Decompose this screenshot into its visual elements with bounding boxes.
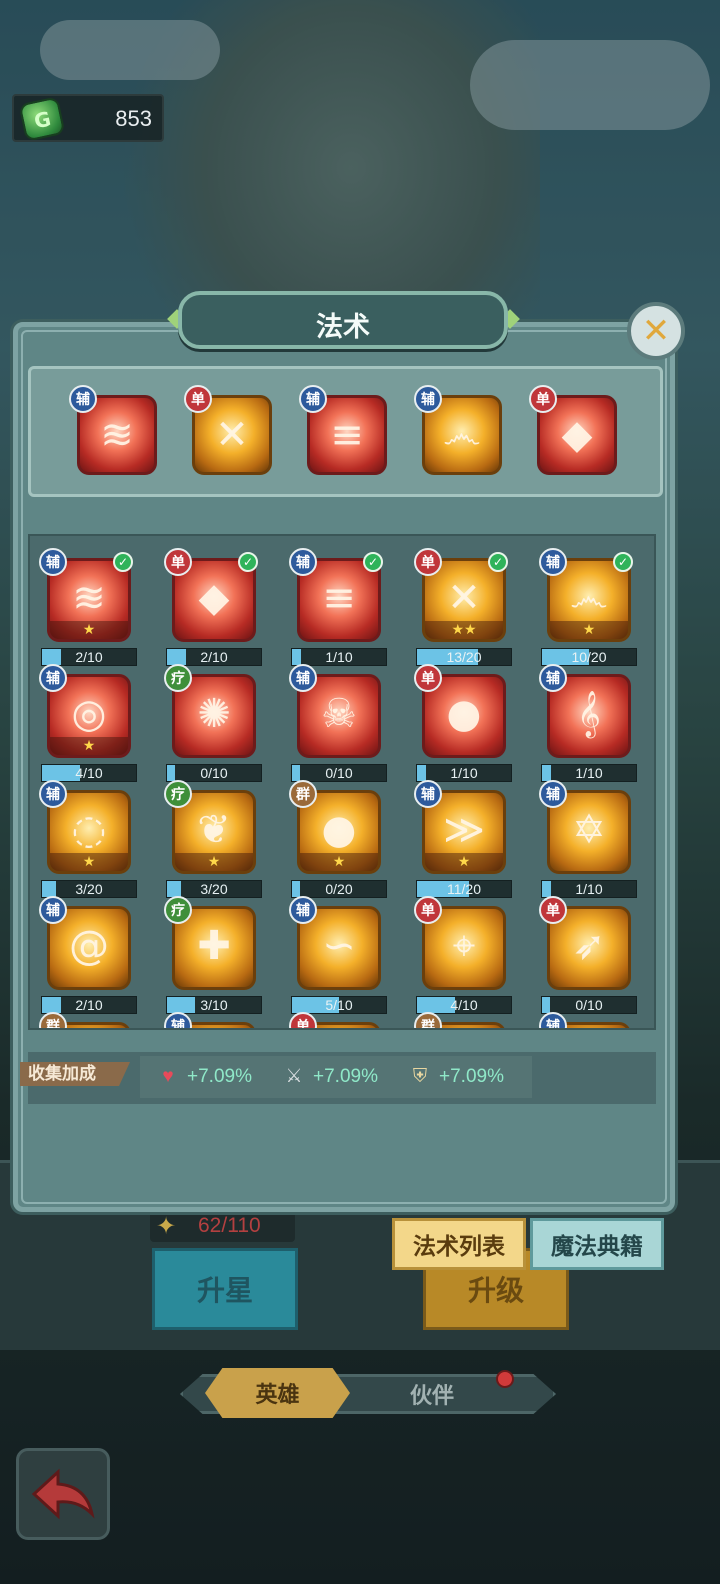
close-button[interactable]: ✕	[627, 302, 685, 360]
spell-type-badge: 辅	[289, 548, 317, 576]
spell-type-badge: 疗	[164, 664, 192, 692]
tab-spell-list[interactable]: 法术列表	[392, 1218, 526, 1270]
equipped-spells-bar: ≋ 辅 ✕ 单 ≡ 辅 ෴ 辅 ◆ 单	[28, 366, 663, 497]
popup-title-plate: 法术	[178, 291, 508, 349]
back-arrow-icon	[31, 1468, 95, 1520]
spell-art: ●	[321, 807, 357, 853]
spell-art: ❦	[197, 807, 231, 853]
attack-bonus: ⚔ +7.09%	[281, 1062, 378, 1092]
spell-art: ✚	[197, 923, 231, 969]
spell-art: ✕	[215, 412, 249, 458]
spell-type-badge: 辅	[539, 664, 567, 692]
spell-art: ◆	[561, 412, 593, 458]
spell-type-badge: 单	[414, 548, 442, 576]
spell-type-badge: 疗	[164, 896, 192, 924]
spell-type-badge: 单	[289, 1012, 317, 1028]
spell-type-badge: 辅	[289, 896, 317, 924]
spell-type-badge: 辅	[539, 780, 567, 808]
spell-type-badge: 单	[539, 896, 567, 924]
nav-tab-partner[interactable]: 伙伴	[410, 1378, 454, 1410]
spell-type-badge: 辅	[414, 385, 442, 413]
spell-stars: ★★	[425, 621, 503, 639]
currency-display: G 853	[12, 94, 164, 142]
spell-art: ◎	[71, 691, 107, 737]
spell-art: ✕	[447, 575, 481, 621]
equipped-check-icon: ✓	[238, 552, 258, 572]
tab-magic-book[interactable]: 魔法典籍	[530, 1218, 664, 1270]
spell-type-badge: 辅	[39, 548, 67, 576]
spell-stars: ★	[50, 853, 128, 871]
spell-art: ✡	[572, 807, 606, 853]
spell-art: ☠	[321, 691, 357, 737]
spell-stars: ★	[50, 737, 128, 755]
spell-type-badge: 群	[39, 1012, 67, 1028]
spell-type-badge: 辅	[39, 896, 67, 924]
spell-type-badge: 群	[414, 1012, 442, 1028]
spell-type-badge: 疗	[164, 780, 192, 808]
collection-bonus-label: 收集加成	[20, 1062, 130, 1086]
spell-stars: ★	[175, 853, 253, 871]
spell-type-badge: 辅	[164, 1012, 192, 1028]
defense-bonus-value: +7.09%	[439, 1066, 504, 1087]
equipped-check-icon: ✓	[113, 552, 133, 572]
spell-art: ≋	[100, 412, 134, 458]
spell-art: ෴	[570, 575, 608, 621]
spell-art: ≡	[330, 412, 364, 458]
notification-dot	[496, 1370, 514, 1388]
spell-art: ≡	[322, 575, 356, 621]
spell-type-badge: 辅	[539, 548, 567, 576]
shield-icon: ⛨	[412, 1066, 428, 1087]
equipped-check-icon: ✓	[488, 552, 508, 572]
spell-art: ෴	[443, 412, 481, 458]
star-icon: ✦	[156, 1212, 177, 1240]
spell-art: ⌖	[452, 923, 476, 969]
equipped-check-icon: ✓	[613, 552, 633, 572]
hp-bonus: ♥ +7.09%	[155, 1062, 252, 1092]
spell-stars: ★	[425, 853, 503, 871]
spell-stars: ★	[550, 621, 628, 639]
spell-type-badge: 单	[164, 548, 192, 576]
attack-bonus-value: +7.09%	[313, 1066, 378, 1087]
star-progress: ✦ 62/110	[150, 1210, 295, 1242]
spell-type-badge: 单	[414, 896, 442, 924]
sword-icon: ⚔	[285, 1066, 303, 1087]
spell-art: ◆	[198, 575, 230, 621]
spell-art: ●	[446, 691, 482, 737]
nav-tab-hero[interactable]: 英雄	[205, 1368, 350, 1418]
spell-type-badge: 辅	[39, 780, 67, 808]
equipped-check-icon: ✓	[363, 552, 383, 572]
back-button[interactable]	[16, 1448, 110, 1540]
spell-type-badge: 辅	[39, 664, 67, 692]
spell-type-badge: 群	[289, 780, 317, 808]
spell-type-badge: 单	[184, 385, 212, 413]
defense-bonus: ⛨ +7.09%	[407, 1062, 504, 1092]
spell-type-badge: 单	[529, 385, 557, 413]
spell-grid: ≋ ★ 辅 ✓ 2/10 ◆ 单 ✓ 2/10 ≡ 辅 ✓ 1/10 ✕ ★★ 单 ✓ 13/20 ෴ ★ 辅 ✓ 10/2…	[28, 534, 656, 1030]
spell-stars: ★	[50, 621, 128, 639]
spell-art: ∽	[322, 923, 356, 969]
spell-type-badge: 单	[414, 664, 442, 692]
spell-art: ≋	[72, 575, 106, 621]
green-gem-icon: G	[18, 96, 66, 142]
spell-art: 𝄞	[577, 691, 601, 737]
spell-type-badge: 辅	[539, 1012, 567, 1028]
spell-art: ➶	[572, 923, 606, 969]
spell-art: @	[69, 923, 109, 969]
spell-stars: ★	[300, 853, 378, 871]
bottom-nav: 英雄 伙伴	[180, 1368, 556, 1418]
hp-bonus-value: +7.09%	[187, 1066, 252, 1087]
star-progress-value: 62/110	[198, 1214, 261, 1237]
currency-value: 853	[115, 106, 152, 131]
spell-type-badge: 辅	[299, 385, 327, 413]
spell-art: ≫	[443, 807, 485, 853]
close-icon: ✕	[641, 311, 671, 351]
spell-type-badge: 辅	[414, 780, 442, 808]
popup-title: 法术	[316, 312, 370, 343]
spell-art: ◌	[71, 807, 107, 853]
star-up-button[interactable]: 升星	[152, 1248, 298, 1330]
spell-art: ✺	[197, 691, 231, 737]
spell-type-badge: 辅	[69, 385, 97, 413]
spell-type-badge: 辅	[289, 664, 317, 692]
heart-icon: ♥	[162, 1066, 174, 1087]
